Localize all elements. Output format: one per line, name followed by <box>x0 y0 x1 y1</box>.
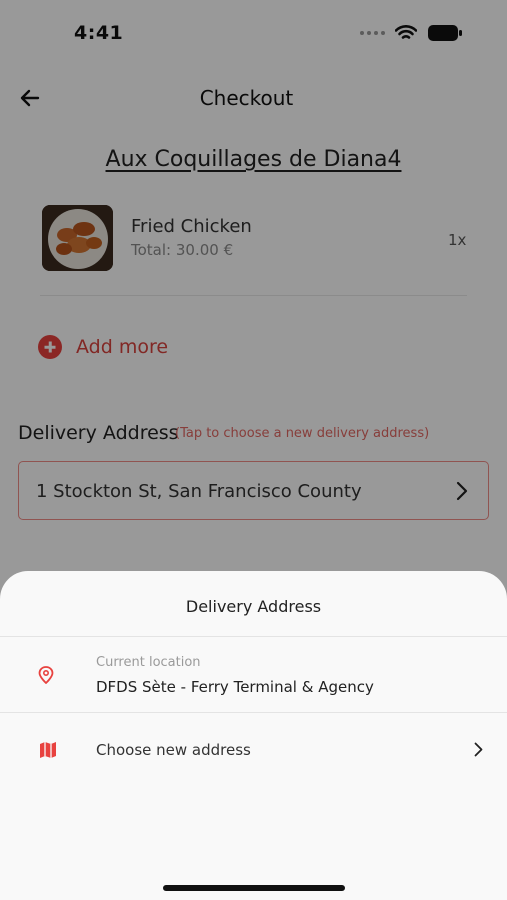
chevron-right-icon <box>474 742 483 757</box>
delivery-address-sheet: Delivery Address Current location DFDS S… <box>0 571 507 900</box>
divider <box>0 636 507 637</box>
sheet-title: Delivery Address <box>185 597 322 616</box>
choose-new-address-label: Choose new address <box>96 741 251 759</box>
home-indicator <box>163 885 345 891</box>
current-location-value: DFDS Sète - Ferry Terminal & Agency <box>96 678 374 696</box>
current-location-caption: Current location <box>96 655 201 670</box>
map-icon <box>40 742 56 758</box>
divider <box>0 712 507 713</box>
location-pin-icon <box>38 666 54 684</box>
